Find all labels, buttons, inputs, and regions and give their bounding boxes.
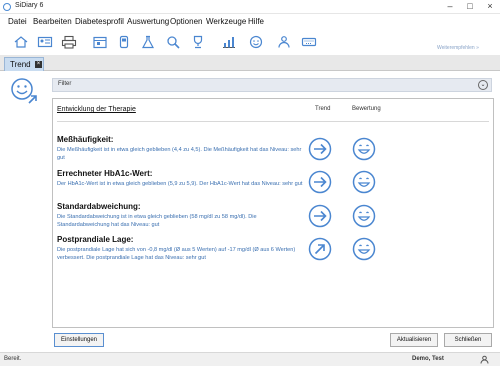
metric-item: Errechneter HbA1c-Wert: Der HbA1c-Wert i… <box>57 169 307 188</box>
device-icon[interactable] <box>116 35 132 49</box>
divider <box>57 121 489 122</box>
tab-trend-label: Trend <box>10 60 31 69</box>
minimize-button[interactable]: – <box>440 0 460 14</box>
column-rating: Bewertung <box>352 106 381 112</box>
metric-desc: Die postprandiale Lage hat sich von -0,8… <box>57 247 296 261</box>
community-icon[interactable] <box>276 35 292 49</box>
metric-desc: Die Standardabweichung ist in etwa gleic… <box>57 214 257 228</box>
tab-trend[interactable]: Trend × <box>4 57 44 71</box>
metric-title: Meßhäufigkeit: <box>57 135 114 144</box>
arrow-right-icon <box>308 204 332 228</box>
window-title: SiDiary 6 <box>15 2 44 9</box>
smiley-icon[interactable] <box>248 35 264 49</box>
happy-face-icon <box>352 137 376 161</box>
search-icon[interactable] <box>165 35 181 49</box>
app-icon <box>3 3 11 11</box>
column-trend: Trend <box>315 106 331 112</box>
trend-smiley-arrow-icon <box>9 76 39 106</box>
trophy-icon[interactable] <box>190 35 206 49</box>
chart-icon[interactable] <box>221 35 237 49</box>
metric-title: Standardabweichung: <box>57 202 141 211</box>
sidebar <box>0 72 46 354</box>
chevron-down-icon[interactable]: ⌄ <box>478 80 488 90</box>
home-icon[interactable] <box>13 35 29 49</box>
happy-face-icon <box>352 204 376 228</box>
arrow-right-icon <box>308 137 332 161</box>
arrow-up-right-icon <box>308 237 332 261</box>
calendar-icon[interactable] <box>92 35 108 49</box>
metric-title: Errechneter HbA1c-Wert: <box>57 169 153 178</box>
status-bar: Bereit. Demo, Test <box>0 352 500 366</box>
toolbar <box>0 31 500 55</box>
menu-bearbeiten[interactable]: Bearbeiten <box>33 17 72 26</box>
metric-desc: Der HbA1c-Wert ist in etwa gleich geblie… <box>57 181 303 187</box>
title-bar: SiDiary 6 – □ × <box>0 0 500 14</box>
metric-desc: Die Meßhäufigkeit ist in etwa gleich geb… <box>57 147 302 161</box>
menu-bar: Datei Bearbeiten Diabetesprofil Auswertu… <box>0 14 500 30</box>
recommend-link[interactable]: Weiterempfehlen » <box>437 45 479 51</box>
lab-flask-icon[interactable] <box>140 35 156 49</box>
metric-item: Standardabweichung: Die Standardabweichu… <box>57 202 307 229</box>
happy-face-icon <box>352 170 376 194</box>
contact-card-icon[interactable] <box>37 35 53 49</box>
menu-auswertung[interactable]: Auswertung <box>127 17 169 26</box>
menu-datei[interactable]: Datei <box>8 17 27 26</box>
keyboard-icon[interactable] <box>301 35 317 49</box>
settings-button[interactable]: Einstellungen <box>54 333 104 347</box>
print-icon[interactable] <box>61 35 77 49</box>
filter-label: Filter <box>58 81 72 87</box>
tab-close-icon[interactable]: × <box>35 61 42 68</box>
metric-item: Meßhäufigkeit: Die Meßhäufigkeit ist in … <box>57 135 307 162</box>
metric-item: Postprandiale Lage: Die postprandiale La… <box>57 235 307 262</box>
panel-title: Entwicklung der Therapie <box>57 106 136 113</box>
metric-title: Postprandiale Lage: <box>57 235 134 244</box>
close-window-button[interactable]: × <box>480 0 500 14</box>
menu-diabetesprofil[interactable]: Diabetesprofil <box>75 17 124 26</box>
menu-hilfe[interactable]: Hilfe <box>248 17 264 26</box>
tab-strip: Trend × <box>0 55 500 71</box>
happy-face-icon <box>352 237 376 261</box>
refresh-button[interactable]: Aktualisieren <box>390 333 438 347</box>
close-button[interactable]: Schließen <box>444 333 492 347</box>
menu-werkzeuge[interactable]: Werkzeuge <box>206 17 246 26</box>
status-text: Bereit. <box>4 356 22 362</box>
arrow-right-icon <box>308 170 332 194</box>
filter-bar[interactable]: Filter ⌄ <box>52 78 492 92</box>
menu-optionen[interactable]: Optionen <box>170 17 202 26</box>
maximize-button[interactable]: □ <box>460 0 480 14</box>
status-user: Demo, Test <box>412 356 444 362</box>
user-icon <box>480 355 489 364</box>
